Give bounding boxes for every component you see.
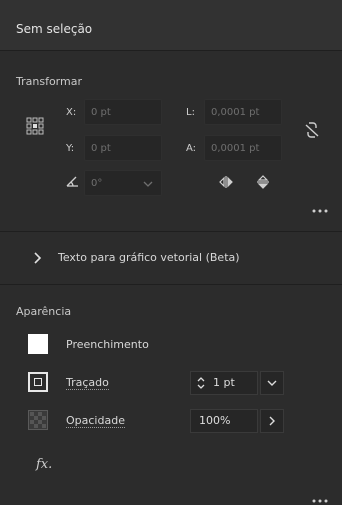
opacity-icon[interactable] <box>28 410 48 430</box>
stroke-weight-value: 1 pt <box>213 376 235 389</box>
stroke-weight-dropdown[interactable] <box>260 371 284 395</box>
angle-dropdown[interactable]: 0° <box>84 170 162 196</box>
stroke-swatch[interactable] <box>28 372 48 392</box>
fx-icon[interactable]: fx. <box>36 457 52 472</box>
flip-vertical-icon[interactable] <box>256 174 270 190</box>
selection-status: Sem seleção <box>16 22 93 36</box>
angle-icon <box>66 176 78 187</box>
stepper-icon[interactable] <box>196 375 206 391</box>
panel-header: Sem seleção <box>0 0 342 51</box>
transform-section: Transformar X: 0 pt L: 0,0001 pt Y: 0 pt… <box>0 51 342 232</box>
vector-text-section[interactable]: Texto para gráfico vetorial (Beta) <box>0 232 342 285</box>
fill-label: Preenchimento <box>66 338 149 351</box>
link-proportions-icon[interactable] <box>304 121 320 139</box>
appearance-section: Aparência Preenchimento Traçado 1 pt Opa… <box>0 285 342 505</box>
width-label: L: <box>186 107 195 118</box>
y-label: Y: <box>66 143 75 154</box>
angle-value: 0° <box>91 178 103 189</box>
more-options-icon[interactable] <box>312 499 328 503</box>
transform-label: Transformar <box>16 75 82 88</box>
opacity-expand-button[interactable] <box>260 409 284 433</box>
stroke-weight-field[interactable]: 1 pt <box>190 371 258 395</box>
x-field[interactable]: 0 pt <box>84 99 162 125</box>
chevron-right-icon <box>269 416 275 426</box>
stroke-label[interactable]: Traçado <box>66 376 109 390</box>
vector-text-label: Texto para gráfico vetorial (Beta) <box>58 251 240 264</box>
appearance-label: Aparência <box>16 305 72 318</box>
width-field[interactable]: 0,0001 pt <box>204 99 282 125</box>
x-label: X: <box>66 107 77 118</box>
height-label: A: <box>186 143 197 154</box>
chevron-down-icon <box>267 380 277 386</box>
height-field[interactable]: 0,0001 pt <box>204 135 282 161</box>
opacity-field[interactable]: 100% <box>190 409 258 433</box>
y-field[interactable]: 0 pt <box>84 135 162 161</box>
fill-swatch[interactable] <box>28 334 48 354</box>
properties-panel: Sem seleção Transformar X: 0 pt L: 0,000… <box>0 0 342 505</box>
flip-horizontal-icon[interactable] <box>218 175 234 189</box>
chevron-down-icon <box>143 181 153 187</box>
chevron-right-icon <box>34 252 42 264</box>
reference-point-icon[interactable] <box>26 117 44 135</box>
more-options-icon[interactable] <box>312 209 328 213</box>
opacity-label[interactable]: Opacidade <box>66 414 125 428</box>
